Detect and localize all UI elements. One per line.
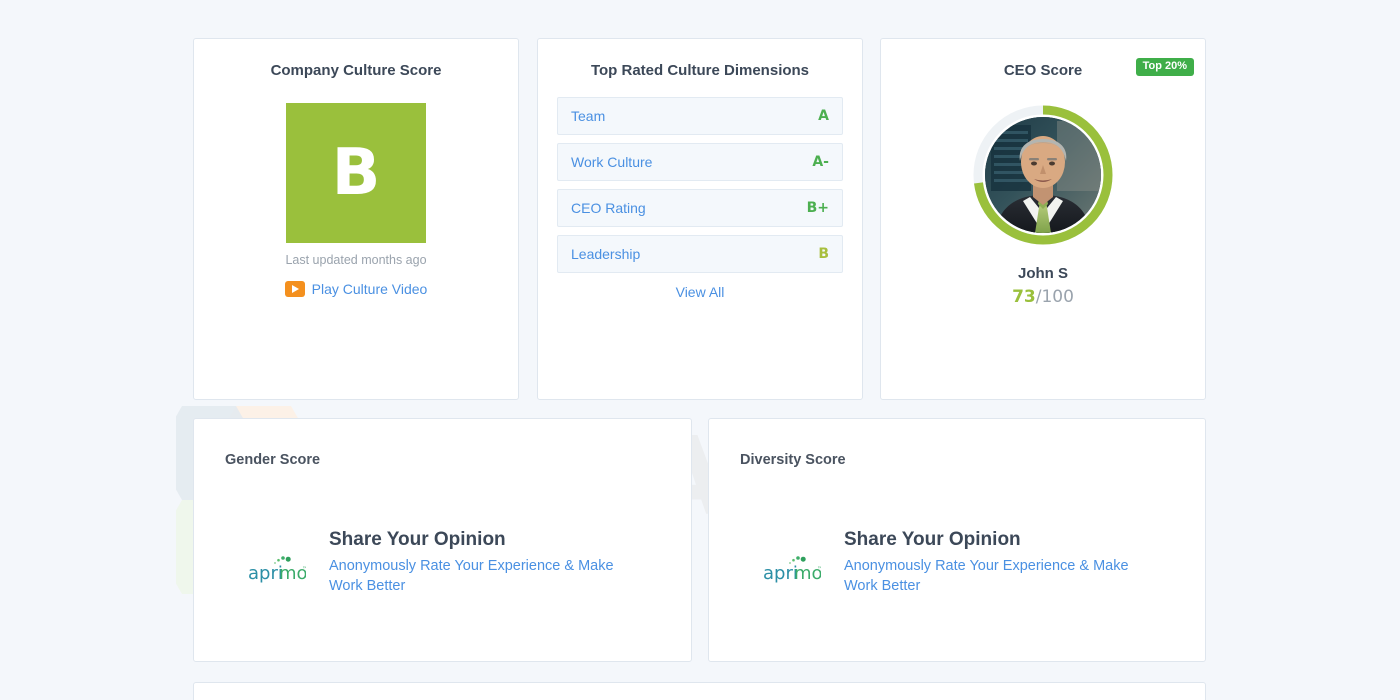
diversity-share-opinion-row: apri mo ™ Share Your Opinion Anonymously… bbox=[740, 529, 1181, 596]
ceo-score-number: 73 bbox=[1012, 287, 1036, 307]
culture-dimensions-list: Team A Work Culture A- CEO Rating B+ Lea… bbox=[557, 97, 843, 273]
gender-score-card: Gender Score apri mo ™ Share Your Opinio… bbox=[193, 418, 692, 662]
gender-opinion-text: Share Your Opinion Anonymously Rate Your… bbox=[329, 529, 667, 596]
dimension-label: CEO Rating bbox=[571, 200, 646, 216]
diversity-opinion-text: Share Your Opinion Anonymously Rate Your… bbox=[844, 529, 1181, 596]
svg-text:apri: apri bbox=[248, 563, 283, 584]
dimension-row-leadership[interactable]: Leadership B bbox=[557, 235, 843, 273]
aprimo-logo: apri mo ™ bbox=[225, 529, 329, 585]
ceo-score-denominator: /100 bbox=[1035, 287, 1074, 307]
play-icon bbox=[284, 281, 305, 297]
ceo-score-value: 73/100 bbox=[881, 287, 1205, 307]
card-title-company-culture: Company Culture Score bbox=[270, 62, 442, 79]
ceo-score-ring bbox=[970, 102, 1116, 248]
dimension-row-ceo-rating[interactable]: CEO Rating B+ bbox=[557, 189, 843, 227]
svg-text:apri: apri bbox=[763, 563, 798, 584]
next-section-card bbox=[193, 682, 1206, 700]
card-title-culture-dimensions: Top Rated Culture Dimensions bbox=[590, 62, 810, 79]
card-title-diversity-score: Diversity Score bbox=[740, 452, 846, 468]
ceo-card-header: CEO Score Top 20% bbox=[881, 58, 1205, 82]
dimension-grade: B+ bbox=[806, 200, 829, 216]
company-culture-score-card: Company Culture Score B Last updated mon… bbox=[193, 38, 519, 400]
play-culture-video-button[interactable]: Play Culture Video bbox=[194, 281, 518, 297]
top-rated-culture-dimensions-card: Top Rated Culture Dimensions Team A Work… bbox=[537, 38, 863, 400]
dimension-grade: A- bbox=[812, 154, 829, 170]
card-title-gender-score: Gender Score bbox=[225, 452, 321, 468]
share-your-opinion-link[interactable]: Anonymously Rate Your Experience & Make … bbox=[844, 556, 1162, 596]
dimension-label: Leadership bbox=[571, 246, 641, 262]
svg-text:™: ™ bbox=[817, 566, 821, 573]
last-updated-text: Last updated months ago bbox=[285, 253, 427, 267]
share-your-opinion-link[interactable]: Anonymously Rate Your Experience & Make … bbox=[329, 556, 647, 596]
dimension-row-work-culture[interactable]: Work Culture A- bbox=[557, 143, 843, 181]
play-culture-video-label: Play Culture Video bbox=[311, 281, 428, 297]
top-percent-badge: Top 20% bbox=[1135, 58, 1194, 76]
view-all-link[interactable]: View All bbox=[538, 284, 862, 300]
ceo-avatar bbox=[985, 117, 1101, 233]
svg-text:™: ™ bbox=[302, 566, 306, 573]
dimension-row-team[interactable]: Team A bbox=[557, 97, 843, 135]
culture-grade-badge: B bbox=[286, 103, 426, 243]
dimension-grade: B bbox=[818, 246, 829, 262]
aprimo-logo-icon: apri mo ™ bbox=[248, 556, 306, 584]
diversity-score-card: Diversity Score apri mo ™ Share Your Opi… bbox=[708, 418, 1206, 662]
ceo-portrait-illustration bbox=[985, 117, 1101, 233]
ceo-score-card: CEO Score Top 20% John S 73/100 bbox=[880, 38, 1206, 400]
dimension-label: Work Culture bbox=[571, 154, 653, 170]
gender-share-opinion-row: apri mo ™ Share Your Opinion Anonymously… bbox=[225, 529, 667, 596]
dimension-grade: A bbox=[818, 108, 829, 124]
share-your-opinion-title: Share Your Opinion bbox=[844, 529, 1021, 550]
ceo-name: John S bbox=[1017, 265, 1068, 282]
dimension-label: Team bbox=[571, 108, 606, 124]
aprimo-logo-icon: apri mo ™ bbox=[763, 556, 821, 584]
share-your-opinion-title: Share Your Opinion bbox=[329, 529, 506, 550]
aprimo-logo: apri mo ™ bbox=[740, 529, 844, 585]
